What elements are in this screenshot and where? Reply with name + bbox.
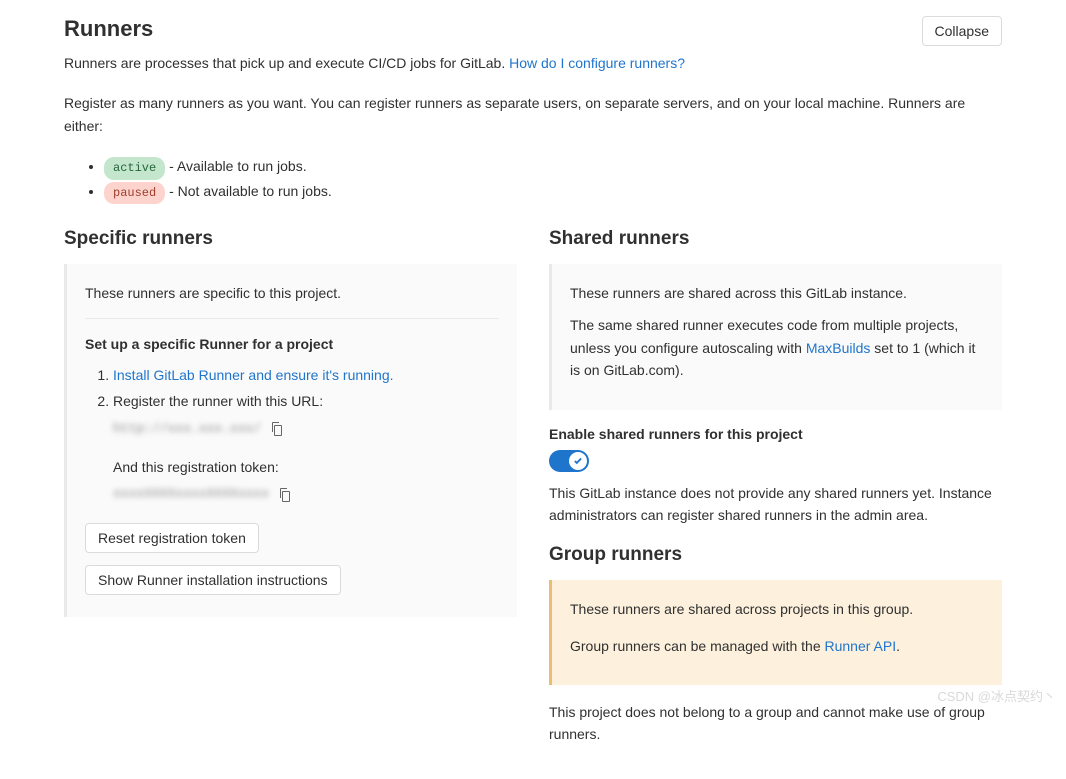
maxbuilds-link[interactable]: MaxBuilds [806, 340, 871, 356]
enable-shared-runners-label: Enable shared runners for this project [549, 426, 1002, 442]
registration-url: http://xxx.xxx.xxx/ [113, 417, 261, 442]
shared-runners-title: Shared runners [549, 228, 1002, 250]
group-runners-title: Group runners [549, 544, 1002, 566]
status-active-item: active - Available to run jobs. [104, 155, 1002, 179]
install-runner-link[interactable]: Install GitLab Runner and ensure it's ru… [113, 367, 394, 383]
enable-shared-runners-toggle[interactable] [549, 450, 589, 472]
group-info-text: This project does not belong to a group … [549, 701, 1002, 746]
paused-desc: - Not available to run jobs. [169, 183, 332, 199]
setup-heading: Set up a specific Runner for a project [85, 333, 499, 355]
group-card-p1: These runners are shared across projects… [570, 598, 984, 620]
shared-info-text: This GitLab instance does not provide an… [549, 482, 1002, 527]
shared-card-p1: These runners are shared across this Git… [570, 282, 984, 304]
specific-runners-column: Specific runners These runners are speci… [64, 228, 517, 764]
copy-token-icon[interactable] [277, 487, 293, 503]
copy-url-icon[interactable] [269, 421, 285, 437]
paused-badge: paused [104, 182, 165, 204]
status-paused-item: paused - Not available to run jobs. [104, 180, 1002, 204]
runner-api-link[interactable]: Runner API [825, 638, 897, 654]
group-card-p2: Group runners can be managed with the Ru… [570, 635, 984, 657]
active-desc: - Available to run jobs. [169, 158, 307, 174]
shared-runners-card: These runners are shared across this Git… [549, 264, 1002, 410]
intro-line-1: Runners are processes that pick up and e… [64, 52, 1002, 74]
group-p2a: Group runners can be managed with the [570, 638, 825, 654]
setup-step-1: Install GitLab Runner and ensure it's ru… [113, 362, 499, 389]
step2-text: Register the runner with this URL: [113, 393, 323, 409]
toggle-knob [569, 452, 587, 470]
check-icon [573, 456, 583, 466]
watermark: CSDN @冰点契约丶 [937, 686, 1056, 705]
show-install-instructions-button[interactable]: Show Runner installation instructions [85, 565, 341, 595]
specific-runners-card: These runners are specific to this proje… [64, 264, 517, 617]
setup-step-2: Register the runner with this URL: http:… [113, 388, 499, 507]
intro-line-2: Register as many runners as you want. Yo… [64, 92, 1002, 137]
specific-card-text: These runners are specific to this proje… [85, 282, 499, 304]
shared-runners-column: Shared runners These runners are shared … [549, 228, 1002, 764]
status-list: active - Available to run jobs. paused -… [104, 155, 1002, 204]
intro-text: Runners are processes that pick up and e… [64, 55, 509, 71]
registration-token: xxxxXXXXxxxxXXXXxxxx [113, 482, 269, 507]
collapse-button[interactable]: Collapse [922, 16, 1002, 46]
divider [85, 318, 499, 319]
group-runners-card: These runners are shared across projects… [549, 580, 1002, 685]
page-title: Runners [64, 16, 153, 42]
configure-runners-link[interactable]: How do I configure runners? [509, 55, 685, 71]
token-label: And this registration token: [113, 454, 499, 481]
shared-card-p2: The same shared runner executes code fro… [570, 314, 984, 381]
specific-runners-title: Specific runners [64, 228, 517, 250]
group-p2b: . [896, 638, 900, 654]
reset-token-button[interactable]: Reset registration token [85, 523, 259, 553]
setup-steps: Install GitLab Runner and ensure it's ru… [113, 362, 499, 507]
active-badge: active [104, 157, 165, 179]
